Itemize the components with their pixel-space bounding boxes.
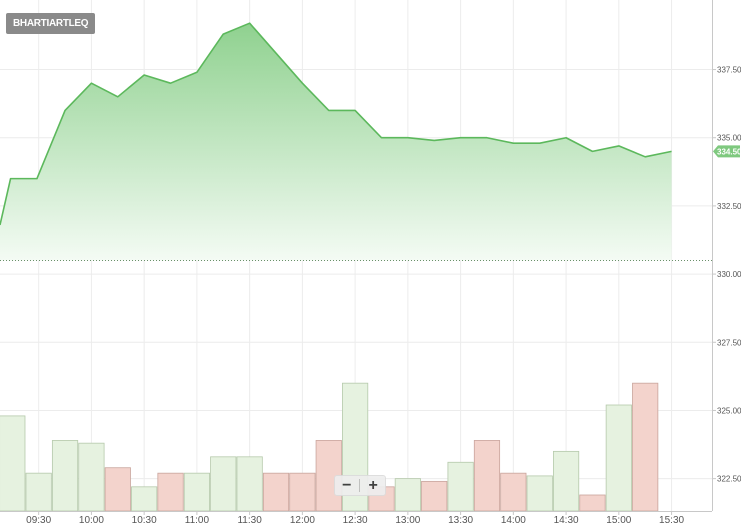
time-tick-label: 14:00 [501, 515, 526, 526]
time-tick-label: 15:00 [606, 515, 631, 526]
time-tick-label: 10:00 [79, 515, 104, 526]
price-tick-label: 332.50 [717, 202, 741, 211]
volume-bar-up [447, 461, 474, 512]
time-tick-label: 15:30 [659, 515, 684, 526]
volume-bar-up [605, 404, 632, 512]
volume-bar-up [394, 478, 421, 512]
time-tick-label: 09:30 [26, 515, 51, 526]
volume-bar-up [131, 486, 158, 512]
time-tick-label: 13:00 [395, 515, 420, 526]
time-tick-label: 11:00 [185, 515, 210, 526]
time-tick-label: 11:30 [237, 515, 262, 526]
volume-bar-down [632, 382, 659, 512]
price-tick-label: 335.00 [717, 134, 741, 143]
volume-bar-up [0, 415, 26, 512]
volume-bar-down [157, 472, 184, 512]
volume-bars [0, 382, 659, 512]
chart-canvas[interactable]: 337.50 335.00 332.50 330.00 327.50 325.00 322.… [0, 0, 741, 527]
volume-bar-down [473, 440, 501, 512]
volume-bar-down [500, 472, 527, 512]
price-tick-label: 337.50 [717, 66, 741, 75]
price-tick-label: 330.00 [717, 270, 741, 279]
volume-bar-up [210, 456, 237, 512]
volume-bar-down [289, 472, 316, 512]
price-tick-label: 322.50 [717, 475, 741, 484]
volume-bar-up [78, 442, 105, 512]
symbol-badge: BHARTIARTLEQ [6, 13, 96, 34]
volume-bar-up [236, 456, 263, 512]
volume-bar-up [526, 475, 553, 512]
volume-bar-up [51, 440, 79, 512]
volume-bar-down [579, 494, 606, 512]
time-tick-label: 10:30 [132, 515, 157, 526]
volume-bar-down [262, 472, 290, 512]
zoom-separator [359, 479, 361, 492]
volume-bar-down [104, 467, 131, 512]
zoom-in-button[interactable]: + [362, 476, 384, 495]
last-price-label: 334.50 [717, 147, 741, 156]
zoom-out-button[interactable]: − [336, 476, 358, 495]
time-tick-label: 13:30 [448, 515, 473, 526]
price-area [0, 22, 712, 261]
volume-bar-down [421, 480, 448, 512]
price-tick-label: 325.00 [717, 406, 741, 415]
intraday-chart[interactable]: 337.50 335.00 332.50 330.00 327.50 325.00 322.… [0, 0, 741, 527]
volume-bar-up [552, 450, 580, 512]
volume-bar-up [25, 472, 52, 512]
price-area-fill [0, 23, 672, 261]
price-tick-label: 327.50 [717, 338, 741, 347]
volume-bar-up [183, 472, 210, 512]
time-tick-label: 12:30 [343, 515, 368, 526]
time-tick-label: 14:30 [554, 515, 579, 526]
time-tick-label: 12:00 [290, 515, 315, 526]
zoom-controls: − + [334, 475, 386, 496]
